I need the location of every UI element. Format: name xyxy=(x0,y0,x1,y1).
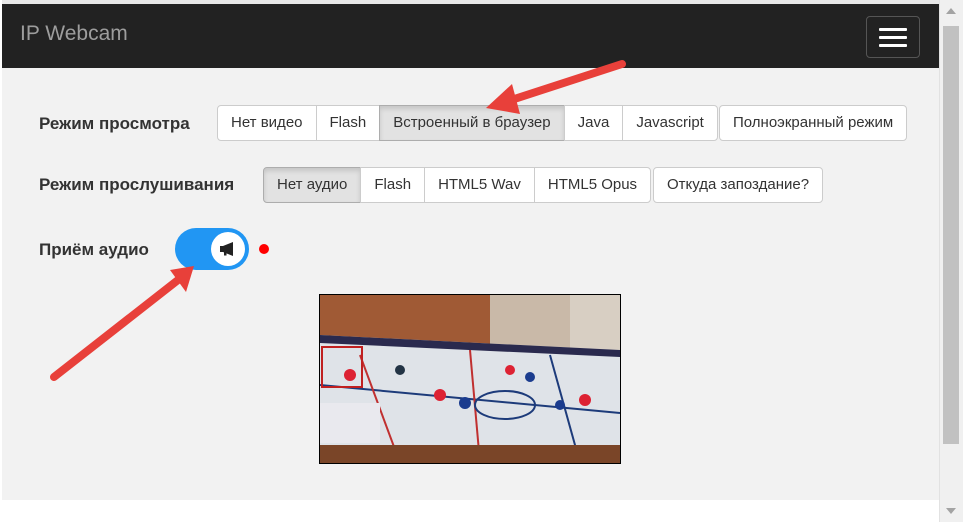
fullscreen-group: Полноэкранный режим xyxy=(719,105,908,141)
scrollbar-thumb[interactable] xyxy=(943,26,959,444)
listen-mode-option-no-audio[interactable]: Нет аудио xyxy=(263,167,362,203)
top-navbar: IP Webcam xyxy=(2,0,939,68)
listen-mode-option-html5-opus[interactable]: HTML5 Opus xyxy=(533,167,652,203)
view-mode-label: Режим просмотра xyxy=(39,114,190,133)
listen-mode-option-flash[interactable]: Flash xyxy=(360,167,426,203)
scroll-up-arrow-icon[interactable] xyxy=(946,8,956,14)
toggle-knob xyxy=(211,232,245,266)
page: IP Webcam Режим просмотра Нет видео Flas… xyxy=(2,0,939,522)
view-mode-option-no-video[interactable]: Нет видео xyxy=(217,105,317,141)
view-mode-option-flash[interactable]: Flash xyxy=(315,105,381,141)
brand-title[interactable]: IP Webcam xyxy=(20,22,128,46)
scroll-down-arrow-icon[interactable] xyxy=(946,508,956,514)
audio-status-indicator xyxy=(259,244,269,254)
listen-mode-label: Режим прослушивания xyxy=(39,175,235,194)
menu-bar xyxy=(879,35,907,39)
vertical-scrollbar[interactable] xyxy=(939,0,963,522)
view-mode-option-java[interactable]: Java xyxy=(563,105,624,141)
audio-receive-toggle[interactable] xyxy=(175,228,249,270)
latency-group: Откуда запоздание? xyxy=(653,167,824,203)
menu-bar xyxy=(879,27,907,31)
page-footer-area xyxy=(2,500,939,522)
listen-mode-option-html5-wav[interactable]: HTML5 Wav xyxy=(424,167,535,203)
view-mode-option-javascript[interactable]: Javascript xyxy=(622,105,718,141)
megaphone-icon xyxy=(220,242,233,256)
menu-bar xyxy=(879,43,907,47)
listen-mode-group: Нет аудио Flash HTML5 Wav HTML5 Opus xyxy=(263,167,652,203)
settings-panel: Режим просмотра Нет видео Flash Встроенн… xyxy=(2,68,939,500)
fullscreen-button[interactable]: Полноэкранный режим xyxy=(719,105,908,141)
view-mode-group: Нет видео Flash Встроенный в браузер Jav… xyxy=(217,105,718,141)
hamburger-menu-icon[interactable] xyxy=(866,16,920,58)
view-mode-option-browser[interactable]: Встроенный в браузер xyxy=(379,105,565,141)
video-frame xyxy=(320,295,620,463)
video-stream xyxy=(319,294,621,464)
latency-help-button[interactable]: Откуда запоздание? xyxy=(653,167,824,203)
audio-receive-label: Приём аудио xyxy=(39,240,149,259)
